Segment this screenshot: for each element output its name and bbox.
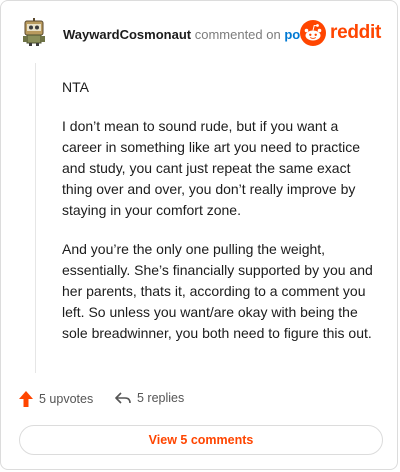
comment-body: NTA I don’t mean to sound rude, but if y…	[62, 77, 380, 362]
reply-arrow-icon	[115, 392, 131, 404]
byline: WaywardCosmonaut commented on post	[63, 27, 312, 42]
view-comments-button[interactable]: View 5 comments	[19, 425, 383, 455]
thread-line[interactable]	[35, 63, 36, 373]
comment-paragraph: NTA	[62, 79, 89, 95]
comment-paragraph: I don’t mean to sound rude, but if you w…	[62, 118, 361, 218]
username-link[interactable]: WaywardCosmonaut	[63, 27, 191, 42]
comment-card: WaywardCosmonaut commented on post reddi…	[0, 0, 398, 470]
replies-button[interactable]: 5 replies	[115, 391, 184, 405]
robot-avatar-icon[interactable]	[19, 17, 49, 47]
upvotes-count: 5 upvotes	[39, 392, 94, 406]
reddit-logo[interactable]: reddit	[300, 19, 381, 47]
commented-on-text: commented on	[194, 27, 281, 42]
reddit-snoo-icon	[300, 20, 327, 46]
comment-header: WaywardCosmonaut commented on post reddi…	[19, 17, 381, 51]
replies-count: 5 replies	[137, 391, 185, 405]
comment-paragraph: And you’re the only one pulling the weig…	[62, 241, 373, 341]
upvote-button[interactable]: 5 upvotes	[19, 391, 93, 407]
reddit-wordmark: reddit	[330, 22, 381, 43]
upvote-arrow-icon	[19, 391, 33, 407]
